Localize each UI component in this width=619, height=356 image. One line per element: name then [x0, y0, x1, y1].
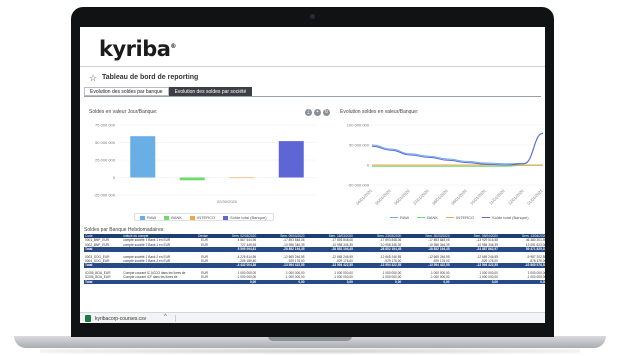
legend-label: Solde total (Banque)	[492, 215, 529, 220]
table-cell: 0,00	[450, 279, 499, 284]
legend-item-bank[interactable]: BANK	[164, 215, 182, 220]
tab-divider	[84, 96, 541, 97]
bar-solde-total-banque-[interactable]	[278, 141, 304, 178]
bar-raw[interactable]	[130, 136, 156, 178]
x-tick-label: 06/01/2020	[393, 188, 411, 206]
legend-item-raw[interactable]: RAW	[390, 215, 409, 220]
favorite-star-icon[interactable]: ☆	[89, 73, 97, 84]
legend-label: BANK	[171, 215, 183, 220]
legend-label: INTERCO	[197, 215, 216, 220]
legend-item-interco[interactable]: INTERCO	[446, 215, 474, 220]
left-chart-legend: RAW BANK INTERCO Solde total (Banque)	[140, 215, 267, 220]
legend-item-total[interactable]: Solde total (Banque)	[482, 215, 529, 220]
x-tick-label: 04/01/2020	[355, 188, 373, 206]
left-chart-title: Soldes en valeur Jour/Banque:	[89, 109, 158, 115]
x-tick-label: 01/01/2021	[526, 188, 544, 206]
series-line-bank[interactable]	[372, 164, 543, 167]
table-cell: 0,00	[402, 279, 451, 284]
bar-interco[interactable]	[229, 177, 255, 179]
y-tick-label: -50 000 000	[348, 183, 370, 188]
download-icon[interactable]: ⤓	[305, 109, 312, 116]
legend-item-bank[interactable]: BANK	[417, 215, 438, 220]
download-file-name[interactable]: kyribacorp-courses.csv	[95, 316, 146, 322]
right-chart-legend: RAW BANK INTERCO Solde total (Banque)	[390, 215, 529, 220]
tab-evolution-par-societe[interactable]: Evolution des soldes par société	[168, 87, 253, 96]
page-title: Tableau de bord de reporting	[102, 74, 199, 81]
y-tick-label: 0	[113, 175, 116, 180]
legend-item-interco[interactable]: INTERCO	[190, 215, 215, 220]
y-tick-label: 75 000 000	[95, 123, 116, 128]
legend-item-raw[interactable]: RAW	[140, 215, 156, 220]
x-tick-label: 10/01/2020	[469, 188, 487, 206]
legend-swatch	[223, 215, 229, 220]
table-total-row: Total0,000,000,000,000,000,000,000,000,0…	[84, 279, 545, 284]
right-chart-title: Evolution soldes en valeur/Banque:	[340, 109, 419, 115]
legend-swatch	[390, 217, 398, 218]
legend-swatch	[190, 215, 196, 220]
legend-label: RAW	[400, 215, 410, 220]
table-cell: 0,00	[257, 279, 306, 284]
bar-bank[interactable]	[179, 177, 205, 181]
table-cell: 0,00	[305, 279, 354, 284]
refresh-icon[interactable]: ↻	[323, 109, 330, 116]
series-line-raw[interactable]	[371, 132, 544, 165]
y-tick-label: 0	[367, 163, 370, 168]
balances-table: Code Intitulé du compte Devise Sem. 02/03/2…	[84, 234, 545, 284]
y-tick-label: 50 000 000	[95, 140, 116, 145]
legend-swatch	[164, 215, 170, 220]
x-tick-label: 02/30/2020	[217, 199, 238, 204]
tab-evolution-par-banque[interactable]: Evolution des soldes par banque	[84, 87, 169, 96]
right-line-chart: 100 000 000 50 000 000 0 -50 000 00004/01/2…	[347, 123, 544, 206]
table-cell: 0,00	[353, 279, 403, 284]
kyriba-logo[interactable]: kyriba®	[99, 37, 176, 61]
app-screen: kyriba® ☆ Tableau de bord de reporting E…	[80, 27, 545, 323]
laptop-mockup: kyriba® ☆ Tableau de bord de reporting E…	[0, 0, 619, 356]
x-tick-label: 07/01/2020	[412, 188, 430, 206]
x-tick-label: 12/01/2020	[507, 188, 525, 206]
table-cell: 0,00	[208, 279, 258, 284]
tab-bar: Evolution des soldes par banque Evolutio…	[84, 87, 253, 96]
excel-file-icon	[85, 315, 91, 322]
chevron-up-icon[interactable]: ^	[164, 314, 167, 320]
x-tick-label: 05/01/2020	[374, 188, 392, 206]
legend-swatch	[140, 215, 145, 220]
table-cell	[122, 279, 193, 284]
legend-label: BANK	[427, 215, 439, 220]
laptop-bezel: kyriba® ☆ Tableau de bord de reporting E…	[71, 7, 554, 337]
left-bar-chart: 75 000 000 50 000 000 25 000 000 0 -25 000 0…	[94, 123, 316, 204]
y-tick-label: -25 000 000	[94, 193, 116, 198]
table-cell	[192, 279, 209, 284]
legend-swatch	[417, 217, 426, 218]
legend-swatch	[482, 217, 491, 218]
download-separator	[175, 315, 176, 322]
browser-download-bar: kyribacorp-courses.csv ^	[80, 312, 545, 323]
webcam	[310, 14, 315, 19]
laptop-shadow	[40, 348, 580, 354]
x-tick-label: 11/01/2020	[488, 188, 506, 206]
legend-item-total[interactable]: Solde total (Banque)	[223, 215, 267, 220]
x-tick-label: 08/01/2020	[431, 188, 449, 206]
chart-toolbar: ⤓ + ↻	[305, 109, 330, 116]
y-tick-label: 25 000 000	[95, 158, 116, 163]
legend-label: INTERCO	[456, 215, 475, 220]
balances-table-container[interactable]: Code Intitulé du compte Devise Sem. 02/03/2…	[84, 234, 545, 313]
table-cell: 0,00	[498, 279, 545, 284]
y-tick-label: 100 000 000	[347, 123, 370, 128]
legend-label: Solde total (Banque)	[230, 215, 267, 220]
legend-swatch	[446, 217, 455, 218]
legend-label: RAW	[147, 215, 157, 220]
table-cell: Total	[84, 279, 123, 284]
table-title: Soldes par Banque Hebdomadaires:	[84, 227, 165, 233]
x-tick-label: 09/01/2020	[450, 188, 468, 206]
header-divider	[80, 66, 545, 67]
zoom-icon[interactable]: +	[314, 109, 321, 116]
y-tick-label: 50 000 000	[349, 143, 370, 148]
table-body: 0001_BNP_EUR compte société 1 Bank 1 en E…	[84, 238, 545, 284]
